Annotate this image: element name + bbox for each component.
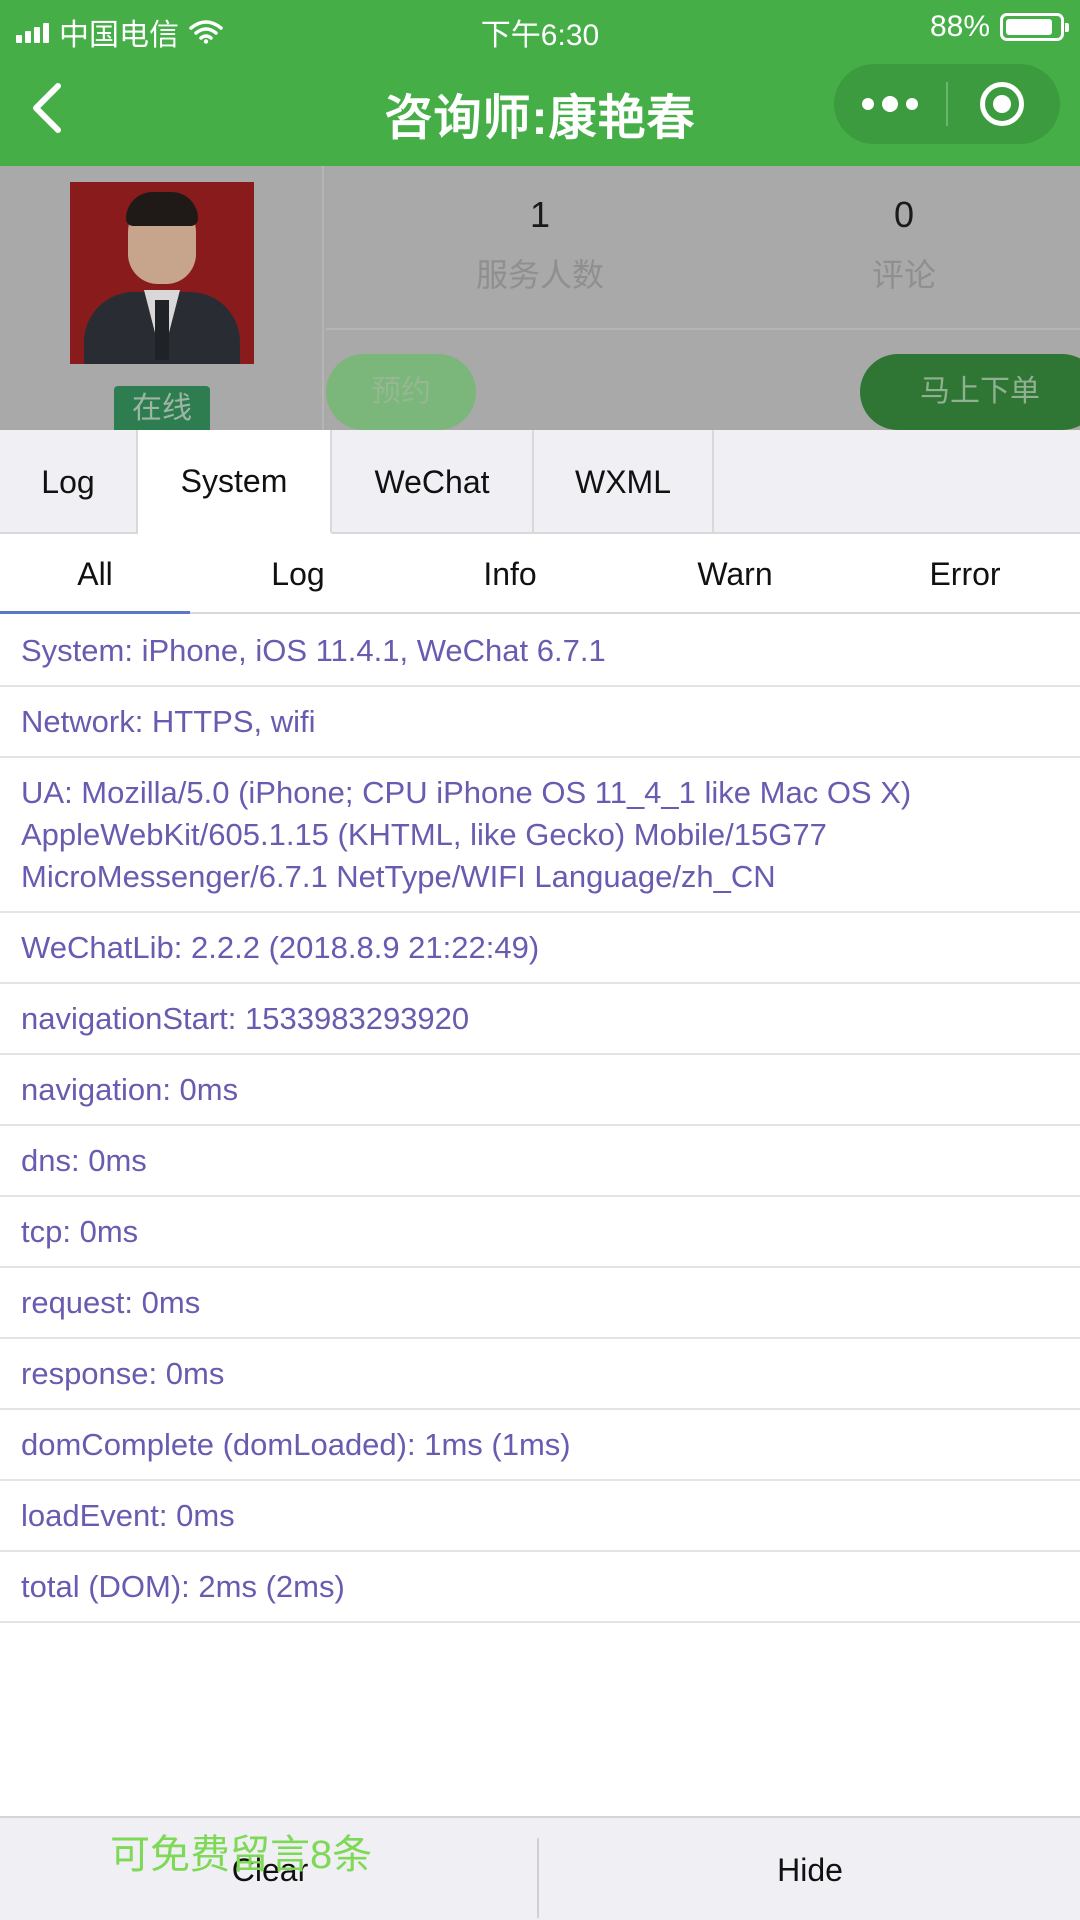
battery-icon [1000,13,1069,41]
list-item: total (DOM): 2ms (2ms) [0,1552,1080,1623]
tab-system[interactable]: System [138,430,332,534]
list-item: UA: Mozilla/5.0 (iPhone; CPU iPhone OS 1… [0,758,1080,913]
avatar [70,182,254,364]
stat-label: 评论 [871,257,936,293]
status-bar: 中国电信 下午6:30 88% [0,0,1080,56]
stat-value: 0 [893,194,915,235]
list-item: domComplete (domLoaded): 1ms (1ms) [0,1410,1080,1481]
stat-service-count: 1 服务人数 [410,194,670,296]
nav-bar: 咨询师:康艳春 [0,56,1080,166]
tab-log[interactable]: Log [0,430,138,534]
reserve-button[interactable]: 预约 [326,354,476,430]
top-bar: 中国电信 下午6:30 88% 咨询师:康艳春 [0,0,1080,166]
console-filters: All Log Info Warn Error [0,534,1080,614]
list-item: loadEvent: 0ms [0,1481,1080,1552]
mini-program-capsule [834,64,1060,144]
active-filter-indicator [0,611,190,614]
stat-comments: 0 评论 [774,194,1034,296]
capsule-divider [946,82,948,126]
list-item: navigation: 0ms [0,1055,1080,1126]
more-dots-icon[interactable] [862,90,918,118]
list-item: dns: 0ms [0,1126,1080,1197]
list-item: tcp: 0ms [0,1197,1080,1268]
console-tabs: Log System WeChat WXML [0,430,1080,534]
filter-info[interactable]: Info [420,534,600,614]
list-item: System: iPhone, iOS 11.4.1, WeChat 6.7.1 [0,616,1080,687]
status-badge: 在线 [114,386,210,430]
battery-percent: 88% [929,10,990,43]
free-message-promo: 可免费留言8条 [110,1833,373,1877]
tab-wxml[interactable]: WXML [534,430,714,534]
filter-warn[interactable]: Warn [640,534,830,614]
system-info-list: System: iPhone, iOS 11.4.1, WeChat 6.7.1… [0,616,1080,1623]
filter-error[interactable]: Error [870,534,1060,614]
stat-label: 服务人数 [475,257,604,293]
hide-button[interactable]: Hide [540,1818,1080,1920]
filter-log[interactable]: Log [210,534,386,614]
list-item: navigationStart: 1533983293920 [0,984,1080,1055]
list-item: request: 0ms [0,1268,1080,1339]
filter-all[interactable]: All [0,534,190,614]
status-time: 下午6:30 [480,19,600,52]
list-item: response: 0ms [0,1339,1080,1410]
bottom-divider [537,1838,539,1918]
list-item: WeChatLib: 2.2.2 (2018.8.9 21:22:49) [0,913,1080,984]
stats-panel: 1 服务人数 0 评论 [326,166,1080,330]
status-right: 88% [929,10,1069,44]
target-circle-icon[interactable] [980,82,1024,126]
stat-value: 1 [529,194,551,235]
background-page: 在线 1 服务人数 0 评论 预约 马上下单 [0,166,1080,430]
tab-wechat[interactable]: WeChat [332,430,534,534]
profile-panel: 在线 [0,166,324,430]
list-item: Network: HTTPS, wifi [0,687,1080,758]
order-now-button[interactable]: 马上下单 [860,354,1080,430]
